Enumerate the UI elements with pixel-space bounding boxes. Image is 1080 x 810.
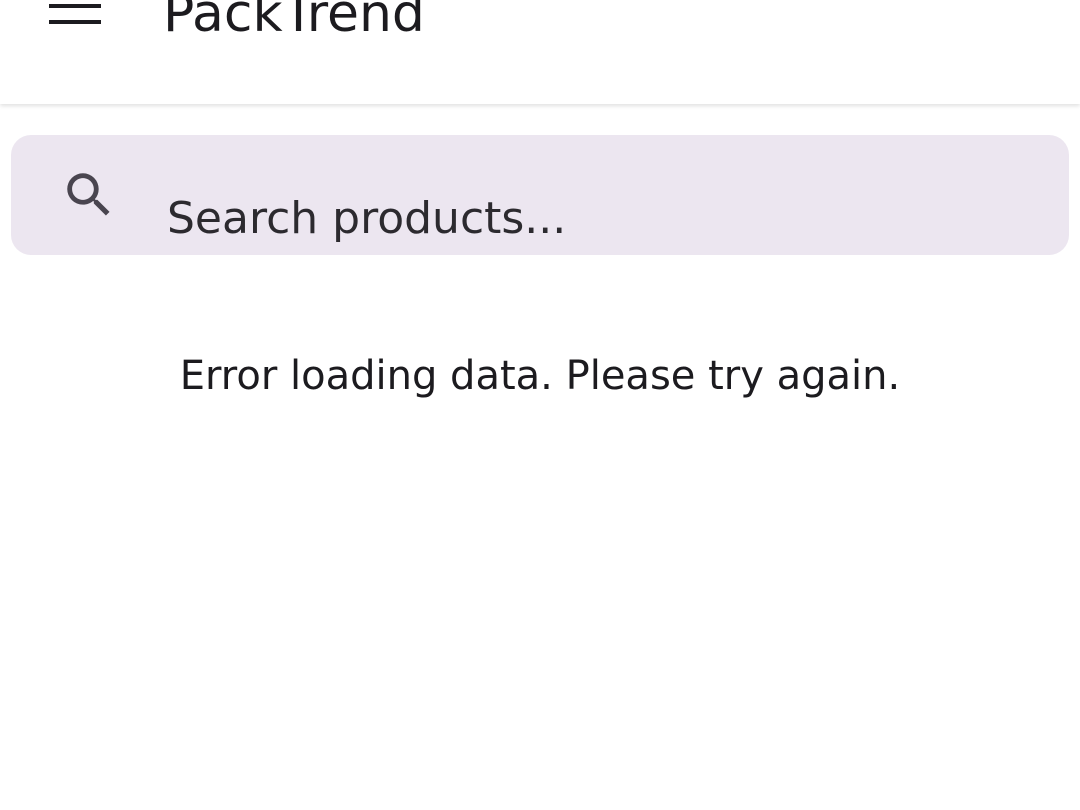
- error-message: Error loading data. Please try again.: [179, 353, 901, 399]
- menu-icon: [47, 0, 103, 34]
- app-title: PackTrend: [163, 0, 425, 44]
- top-app-bar: PackTrend: [0, 0, 1080, 104]
- search-icon: [60, 166, 118, 224]
- menu-button[interactable]: [38, 0, 112, 44]
- search-input[interactable]: [167, 190, 1047, 248]
